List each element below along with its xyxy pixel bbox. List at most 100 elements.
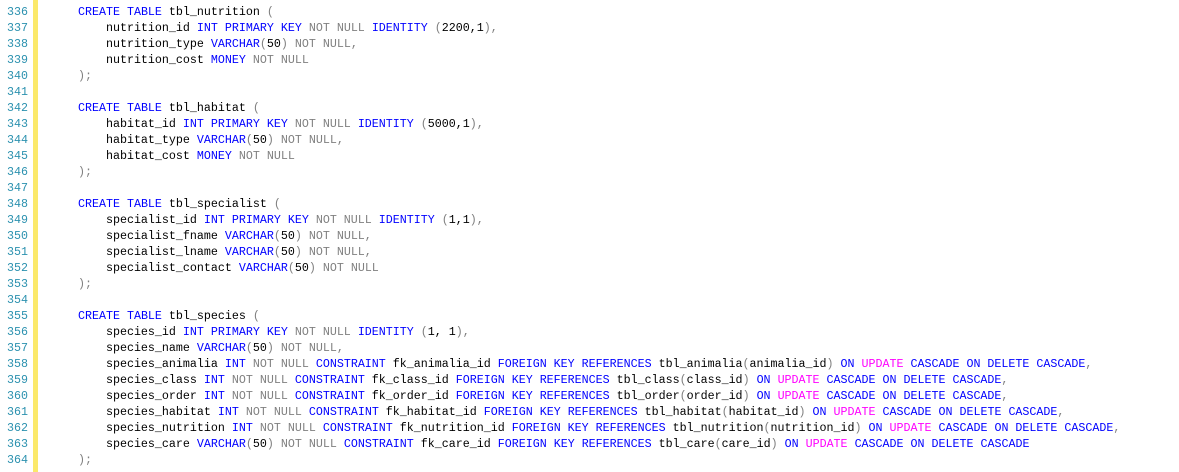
code-line[interactable]: 346 ); [0,164,1179,180]
code-line[interactable]: 363 species_care VARCHAR(50) NOT NULL CO… [0,436,1179,452]
code-line[interactable]: 361 species_habitat INT NOT NULL CONSTRA… [0,404,1179,420]
text-token: nutrition_cost [50,53,211,67]
keyword-token: CREATE TABLE [77,5,162,19]
code-line[interactable]: 347 [0,180,1179,196]
text-token: tbl_specialist [161,197,274,211]
operator-token: , [1057,405,1065,419]
code-line[interactable]: 359 species_class INT NOT NULL CONSTRAIN… [0,372,1179,388]
keyword-token: VARCHAR [224,245,274,259]
code-line[interactable]: 362 species_nutrition INT NOT NULL CONST… [0,420,1179,436]
function-token: UPDATE [861,357,904,371]
code-line[interactable]: 336 CREATE TABLE tbl_nutrition ( [0,4,1179,20]
operator-token: , [1085,357,1093,371]
code-text: nutrition_cost MONEY NOT NULL [50,52,309,68]
keyword-token: INT [203,373,225,387]
code-line[interactable]: 341 [0,84,1179,100]
function-token: UPDATE [805,437,848,451]
code-text: species_habitat INT NOT NULL CONSTRAINT … [50,404,1064,420]
code-line[interactable]: 353 ); [0,276,1179,292]
code-line[interactable]: 352 specialist_contact VARCHAR(50) NOT N… [0,260,1179,276]
text-token: species_animalia [50,357,225,371]
code-line[interactable]: 354 [0,292,1179,308]
code-line[interactable]: 364 ); [0,452,1179,468]
code-line[interactable]: 358 species_animalia INT NOT NULL CONSTR… [0,356,1179,372]
operator-token: ( [245,341,253,355]
code-line[interactable]: 349 specialist_id INT PRIMARY KEY NOT NU… [0,212,1179,228]
code-editor[interactable]: 336 CREATE TABLE tbl_nutrition (337 nutr… [0,0,1179,472]
code-line[interactable]: 343 habitat_id INT PRIMARY KEY NOT NULL … [0,116,1179,132]
operator-token: ); [77,165,92,179]
code-line[interactable]: 345 habitat_cost MONEY NOT NULL [0,148,1179,164]
line-number: 349 [7,213,28,227]
text-token: fk_nutrition_id [392,421,512,435]
code-text: habitat_id INT PRIMARY KEY NOT NULL IDEN… [50,116,484,132]
operator-token: ), [469,213,484,227]
keyword-token: VARCHAR [196,437,246,451]
text-token: species_nutrition [50,421,232,435]
code-line[interactable]: 342 CREATE TABLE tbl_habitat ( [0,100,1179,116]
code-line[interactable]: 351 specialist_lname VARCHAR(50) NOT NUL… [0,244,1179,260]
keyword-token: ON [868,421,883,435]
operator-token: ); [77,69,92,83]
operator-token: ); [77,453,92,467]
keyword-token: INT [231,421,253,435]
operator-token: ( [287,261,295,275]
text-token: fk_class_id [364,373,456,387]
code-line[interactable]: 340 ); [0,68,1179,84]
operator-token: ), [483,21,498,35]
line-number: 347 [7,181,28,195]
line-number: 356 [7,325,28,339]
keyword-token: VARCHAR [224,229,274,243]
line-number: 363 [7,437,28,451]
operator-token: NOT NULL [245,405,302,419]
operator-token: NOT NULL [280,437,337,451]
keyword-token: FOREIGN KEY REFERENCES [455,373,610,387]
line-number: 345 [7,149,28,163]
operator-token: ( [420,117,428,131]
function-token: UPDATE [777,373,820,387]
keyword-token: FOREIGN KEY REFERENCES [511,421,666,435]
operator-token: ) [294,245,302,259]
code-text: specialist_lname VARCHAR(50) NOT NULL, [50,244,372,260]
line-number: 346 [7,165,28,179]
code-text: CREATE TABLE tbl_specialist ( [50,196,281,212]
code-line[interactable]: 348 CREATE TABLE tbl_specialist ( [0,196,1179,212]
line-number: 341 [7,85,28,99]
operator-token: ( [420,325,428,339]
text-token: specialist_fname [50,229,225,243]
function-token: UPDATE [833,405,876,419]
text-token: tbl_nutrition [665,421,764,435]
code-line[interactable]: 360 species_order INT NOT NULL CONSTRAIN… [0,388,1179,404]
operator-token: ), [469,117,484,131]
keyword-token: MONEY [196,149,232,163]
keyword-token: ON [784,437,799,451]
code-line[interactable]: 350 specialist_fname VARCHAR(50) NOT NUL… [0,228,1179,244]
code-line[interactable]: 339 nutrition_cost MONEY NOT NULL [0,52,1179,68]
operator-token: NOT NULL [259,421,316,435]
code-line[interactable]: 338 nutrition_type VARCHAR(50) NOT NULL, [0,36,1179,52]
line-number: 340 [7,69,28,83]
keyword-token: VARCHAR [210,37,260,51]
code-line[interactable]: 357 species_name VARCHAR(50) NOT NULL, [0,340,1179,356]
keyword-token: INT [203,389,225,403]
code-line[interactable]: 355 CREATE TABLE tbl_species ( [0,308,1179,324]
code-line[interactable]: 344 habitat_type VARCHAR(50) NOT NULL, [0,132,1179,148]
code-text: ); [50,68,92,84]
operator-token: ) [854,421,862,435]
operator-token: NOT NULL [308,21,365,35]
code-line[interactable]: 337 nutrition_id INT PRIMARY KEY NOT NUL… [0,20,1179,36]
keyword-token: INT PRIMARY KEY [196,21,302,35]
code-line[interactable]: 356 species_id INT PRIMARY KEY NOT NULL … [0,324,1179,340]
text-token: 50 [252,133,267,147]
